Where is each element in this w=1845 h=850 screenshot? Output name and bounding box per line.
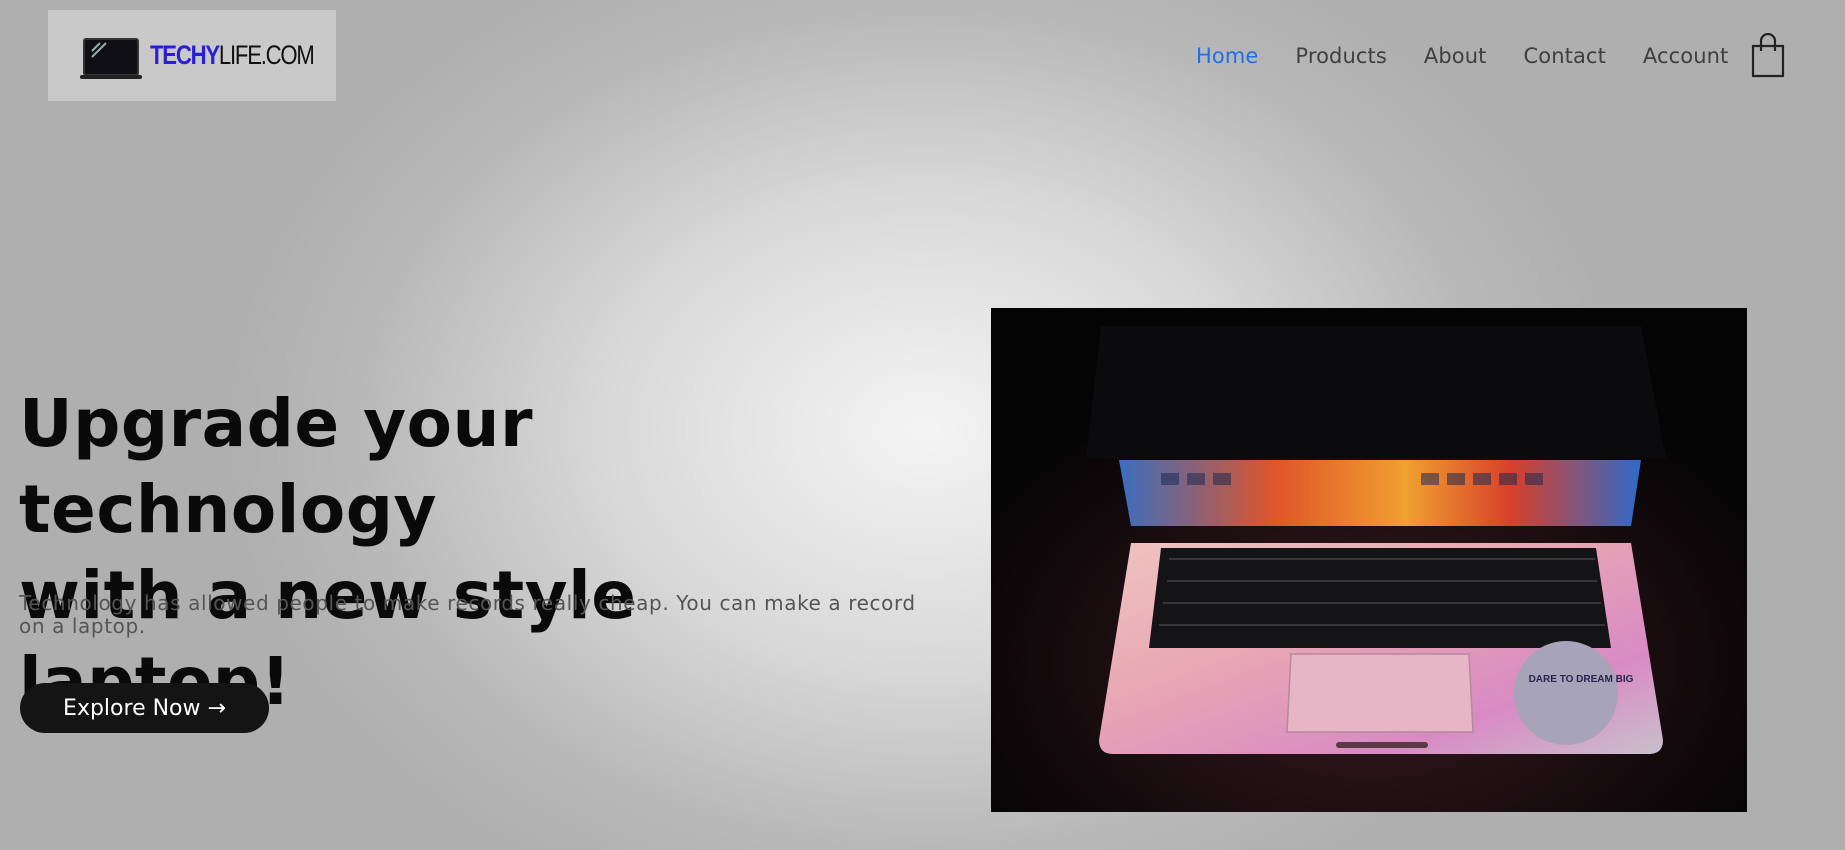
explore-now-button[interactable]: Explore Now → xyxy=(20,683,269,733)
hero-title-line-1: Upgrade your technology xyxy=(19,385,534,548)
nav-contact[interactable]: Contact xyxy=(1524,44,1606,68)
hero-title: Upgrade your technology with a new style… xyxy=(19,381,899,725)
sticker-text: DARE TO DREAM BIG xyxy=(1529,674,1634,685)
hero-laptop-image: DARE TO DREAM BIG xyxy=(991,308,1747,812)
site-logo[interactable]: TECHYLIFE.COM xyxy=(48,10,336,101)
nav-products[interactable]: Products xyxy=(1295,44,1386,68)
logo-wordmark: TECHYLIFE.COM xyxy=(150,40,315,71)
main-nav: Home Products About Contact Account xyxy=(1196,44,1765,68)
nav-account[interactable]: Account xyxy=(1643,44,1729,68)
logo-word-techy: TECHY xyxy=(150,40,220,70)
logo-word-life: LIFE.COM xyxy=(218,40,315,70)
laptop-logo-icon xyxy=(80,38,142,79)
shopping-bag-icon[interactable] xyxy=(1748,33,1788,79)
nav-about[interactable]: About xyxy=(1424,44,1487,68)
nav-home[interactable]: Home xyxy=(1196,44,1258,68)
hero-subtitle: Technology has allowed people to make re… xyxy=(19,591,916,638)
